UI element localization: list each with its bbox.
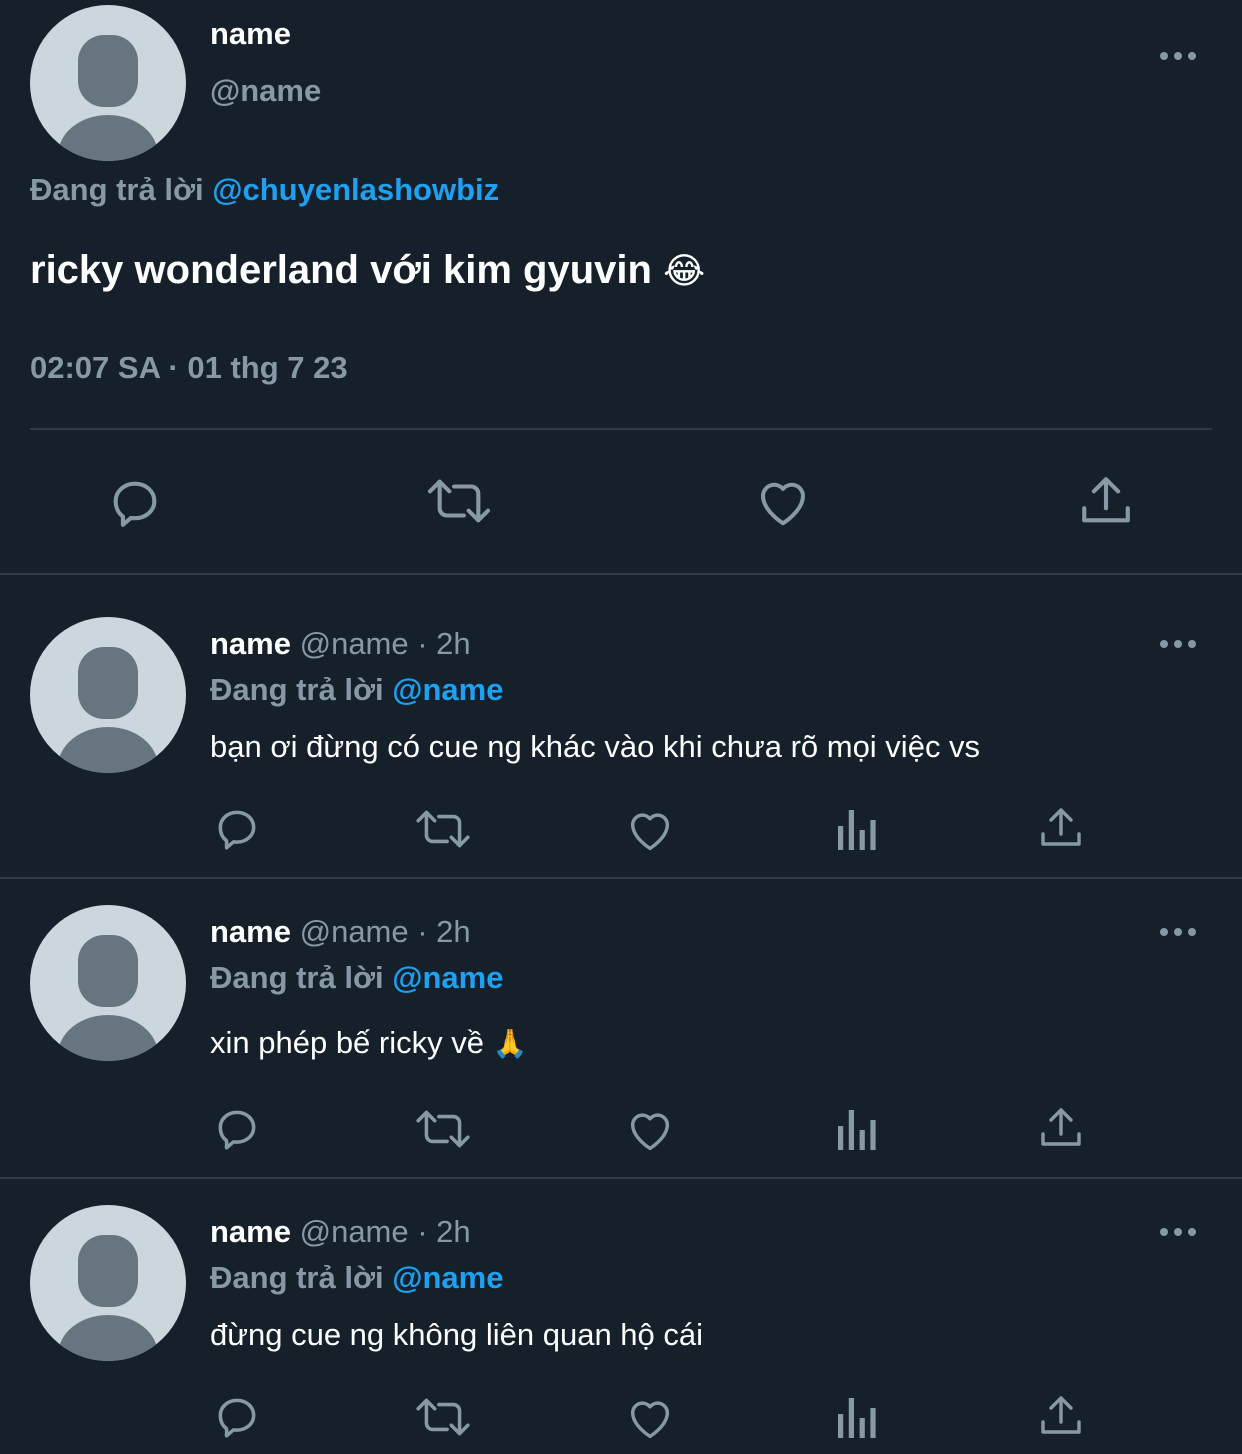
reply-to-link[interactable]: @name [392, 672, 503, 707]
timestamp[interactable]: 02:07 SA · 01 thg 7 23 [30, 350, 348, 386]
handle[interactable]: @name [210, 73, 321, 109]
retweet-icon[interactable] [414, 804, 472, 854]
more-options-icon[interactable] [1160, 928, 1196, 936]
reply-context: Đang trả lời @name [210, 960, 503, 996]
reply-context: Đang trả lời @chuyenlashowbiz [30, 172, 499, 208]
avatar[interactable] [30, 5, 186, 161]
retweet-icon[interactable] [424, 472, 494, 530]
laughing-emoji: 😂 [663, 250, 706, 291]
avatar[interactable] [30, 905, 186, 1061]
tweet-text-content: xin phép bế ricky về [210, 1025, 484, 1060]
reply-context: Đang trả lời @name [210, 1260, 503, 1296]
handle[interactable]: @name [300, 626, 409, 661]
tweet-header: name @name · 2h [210, 626, 471, 662]
avatar[interactable] [30, 1205, 186, 1361]
tweet-text: đừng cue ng không liên quan hộ cái [210, 1317, 704, 1352]
tweet-time[interactable]: · 2h [417, 1214, 470, 1249]
share-icon[interactable] [1037, 1104, 1085, 1152]
reply-icon[interactable] [212, 804, 262, 854]
reply-icon[interactable] [212, 1104, 262, 1154]
divider [0, 573, 1242, 575]
handle[interactable]: @name [300, 914, 409, 949]
tweet-header: name @name · 2h [210, 1214, 471, 1250]
tweet-text: xin phép bế ricky về 🙏 [210, 1025, 527, 1061]
analytics-icon[interactable] [834, 806, 878, 852]
reply-icon[interactable] [106, 474, 164, 532]
like-icon[interactable] [753, 472, 813, 532]
tweet-time[interactable]: · 2h [417, 914, 470, 949]
reply-icon[interactable] [212, 1392, 262, 1442]
divider [30, 428, 1212, 430]
tweet-time[interactable]: · 2h [417, 626, 470, 661]
analytics-icon[interactable] [834, 1106, 878, 1152]
handle[interactable]: @name [300, 1214, 409, 1249]
more-options-icon[interactable] [1160, 52, 1196, 60]
like-icon[interactable] [624, 1104, 676, 1156]
reply-to-link[interactable]: @name [392, 960, 503, 995]
tweet-text: bạn ơi đừng có cue ng khác vào khi chưa … [210, 729, 981, 764]
more-options-icon[interactable] [1160, 1228, 1196, 1236]
divider [0, 1177, 1242, 1179]
like-icon[interactable] [624, 804, 676, 856]
avatar[interactable] [30, 617, 186, 773]
retweet-icon[interactable] [414, 1104, 472, 1154]
divider [0, 877, 1242, 879]
reply-prefix: Đang trả lời [30, 172, 204, 207]
reply-prefix: Đang trả lời [210, 960, 384, 995]
share-icon[interactable] [1077, 472, 1135, 530]
display-name[interactable]: name [210, 16, 291, 52]
share-icon[interactable] [1037, 1392, 1085, 1440]
reply-prefix: Đang trả lời [210, 672, 384, 707]
tweet-text-content: ricky wonderland với kim gyuvin [30, 248, 652, 292]
reply-prefix: Đang trả lời [210, 1260, 384, 1295]
tweet-text: ricky wonderland với kim gyuvin 😂 [30, 248, 705, 293]
analytics-icon[interactable] [834, 1394, 878, 1440]
share-icon[interactable] [1037, 804, 1085, 852]
tweet-header: name @name · 2h [210, 914, 471, 950]
reply-to-link[interactable]: @name [392, 1260, 503, 1295]
display-name[interactable]: name [210, 914, 291, 949]
display-name[interactable]: name [210, 1214, 291, 1249]
reply-to-link[interactable]: @chuyenlashowbiz [212, 172, 499, 207]
more-options-icon[interactable] [1160, 640, 1196, 648]
like-icon[interactable] [624, 1392, 676, 1444]
display-name[interactable]: name [210, 626, 291, 661]
pray-emoji: 🙏 [492, 1028, 528, 1059]
retweet-icon[interactable] [414, 1392, 472, 1442]
reply-context: Đang trả lời @name [210, 672, 503, 708]
